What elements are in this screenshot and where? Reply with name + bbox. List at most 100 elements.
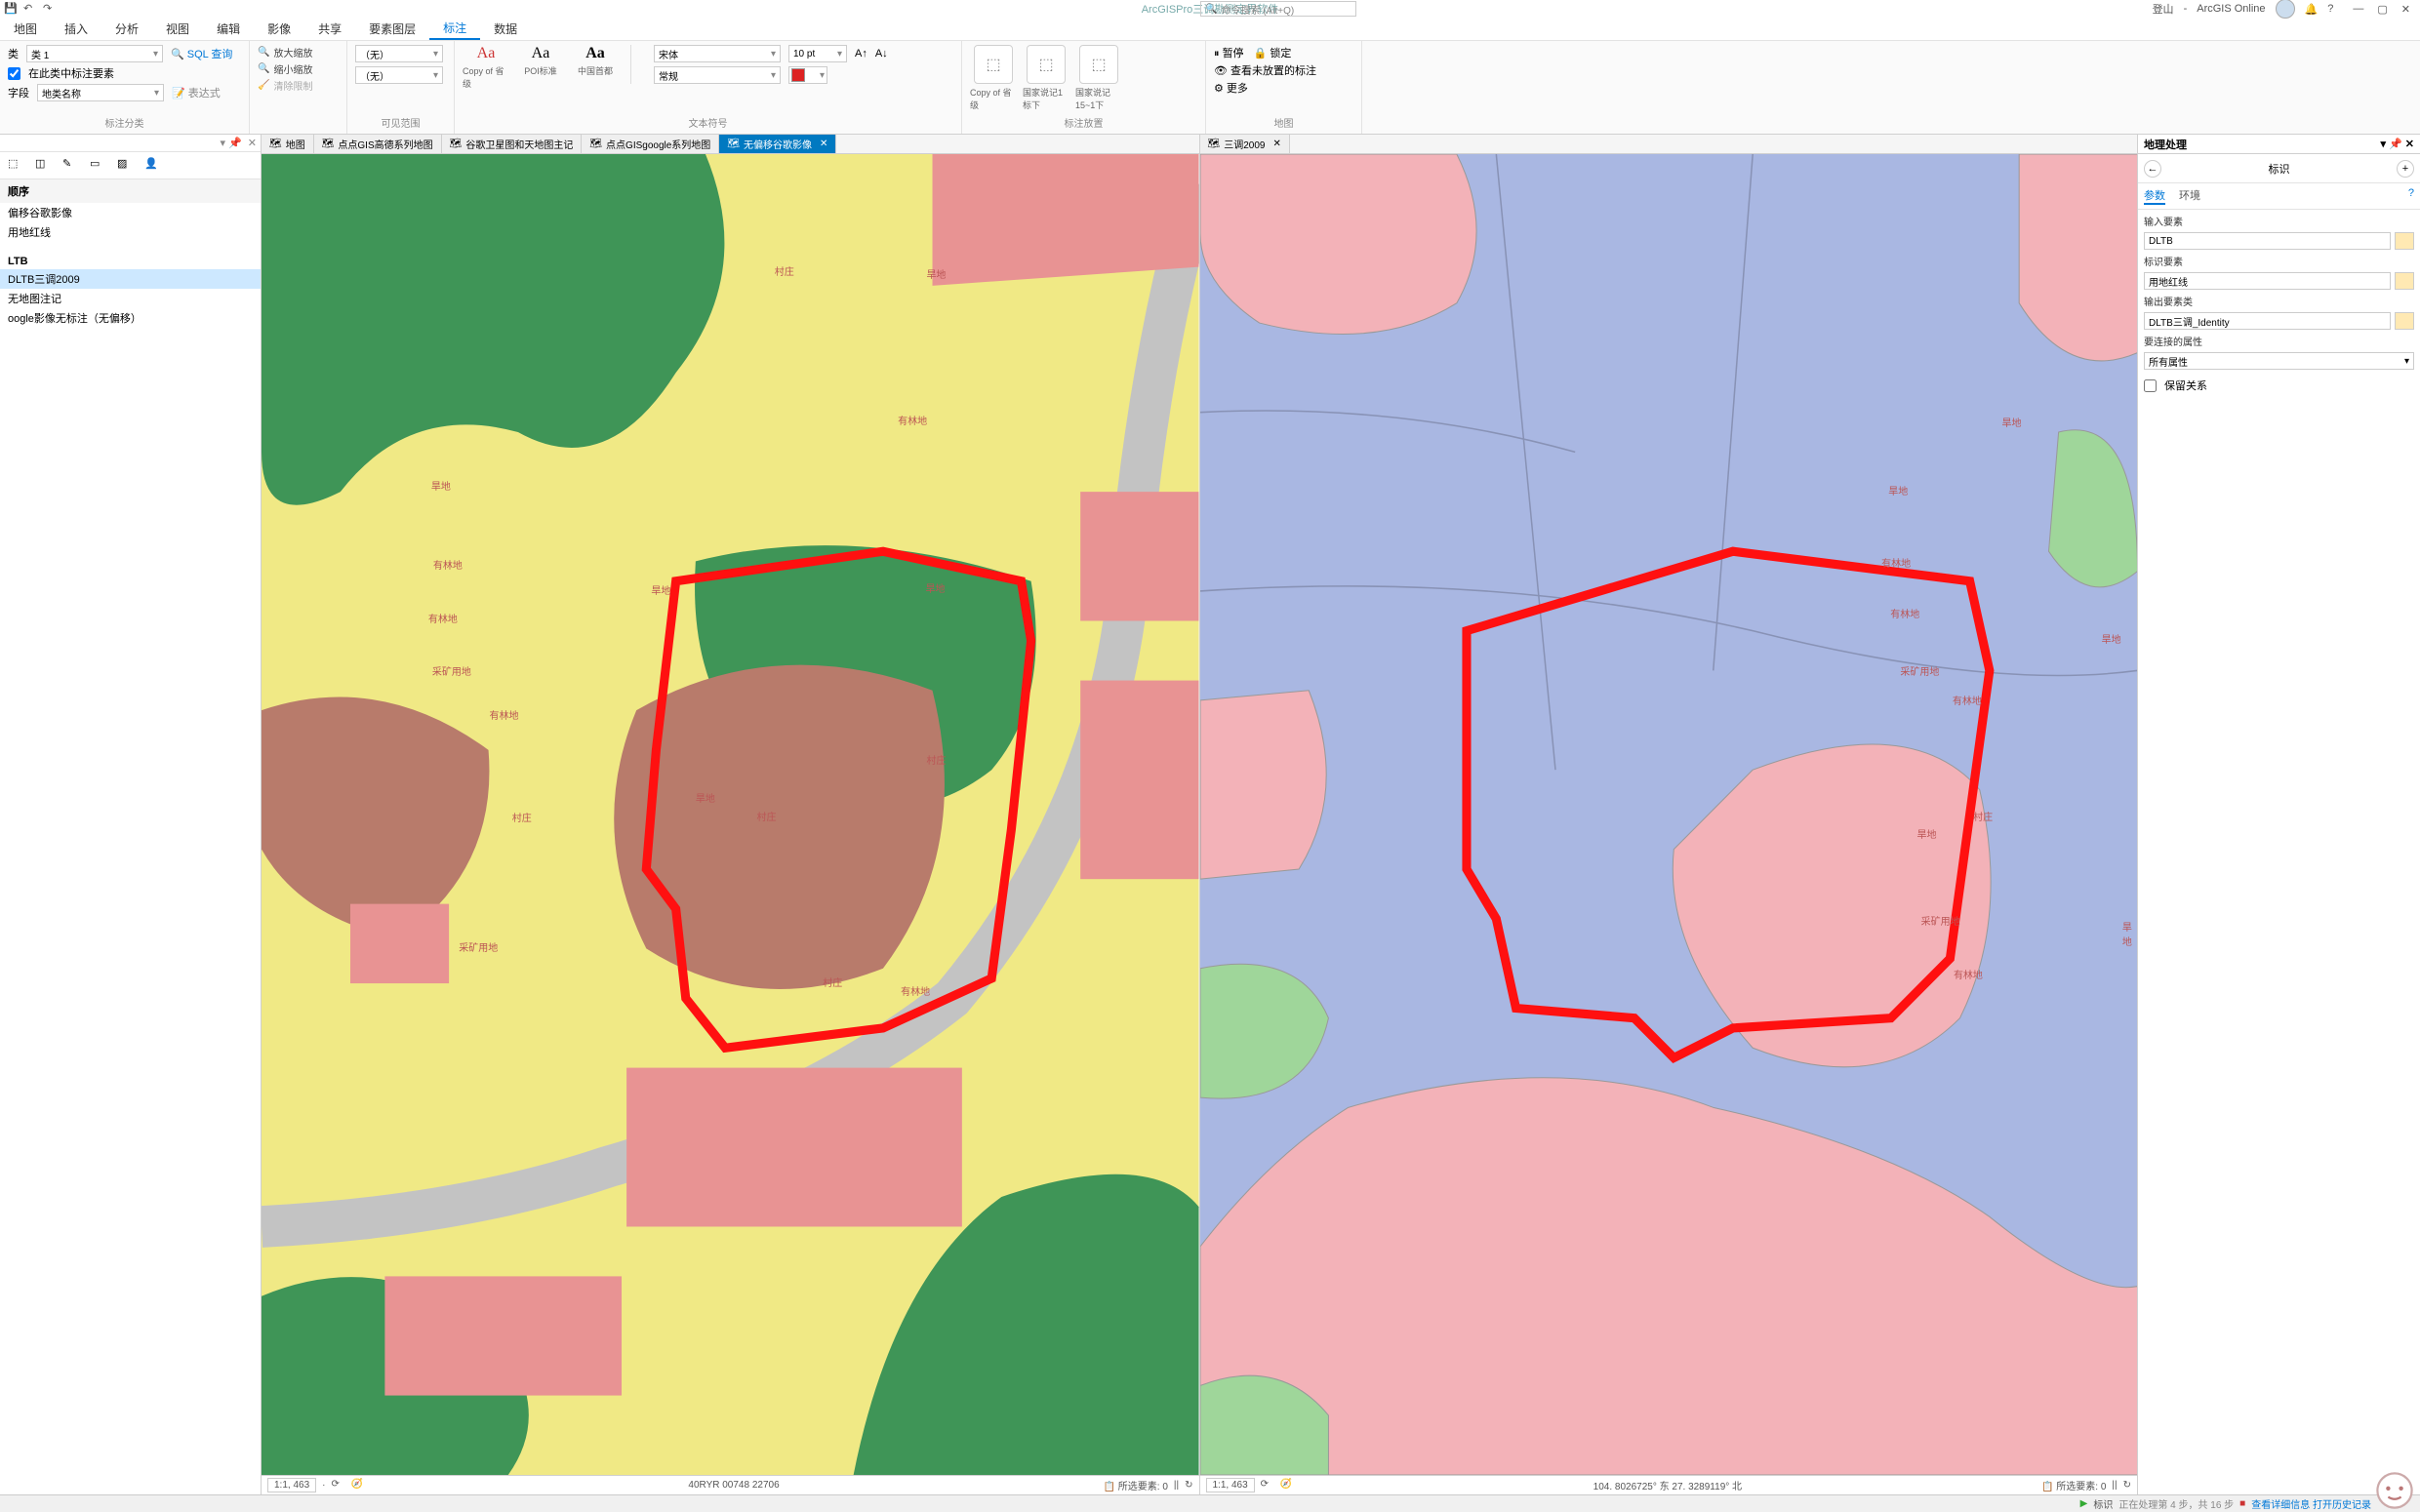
class-select[interactable]: 类 1 — [26, 45, 163, 62]
list-by-source-icon[interactable]: ◫ — [35, 157, 53, 175]
font-style-select[interactable]: 常规 — [654, 66, 781, 84]
expression-button[interactable]: 📝 表达式 — [172, 85, 221, 100]
keep-relationships-checkbox[interactable] — [2144, 379, 2157, 392]
pause-button[interactable]: ⏸ 暂停 — [1214, 45, 1244, 60]
browse-icon[interactable] — [2395, 272, 2414, 290]
pin-icon[interactable]: ▾ 📌 — [221, 137, 242, 149]
font-color-select[interactable] — [788, 66, 827, 84]
text-style-1[interactable]: AaCopy of 省级 — [463, 45, 509, 90]
refresh-icon[interactable]: ↻ — [1185, 1480, 1192, 1491]
save-icon[interactable]: 💾 — [4, 2, 18, 16]
rotate-icon[interactable]: ⟳ — [1261, 1479, 1274, 1492]
map-canvas-left[interactable]: 村庄旱地有林地旱地有林地有林地旱地采矿用地有林地旱地旱地村庄村庄村庄采矿用地村庄… — [262, 154, 1199, 1475]
compass-icon[interactable]: 🧭 — [351, 1479, 365, 1492]
lock-button[interactable]: 🔒 锁定 — [1254, 45, 1292, 60]
avatar[interactable] — [2276, 0, 2295, 19]
stop-icon[interactable]: ■ — [2239, 1498, 2245, 1509]
visible-max-select[interactable]: （无） — [355, 66, 443, 84]
redo-icon[interactable]: ↷ — [43, 2, 57, 16]
list-by-snap-icon[interactable]: ▨ — [117, 157, 135, 175]
list-by-label-icon[interactable]: 👤 — [144, 157, 162, 175]
ribbon-tab[interactable]: 数据 — [480, 18, 531, 40]
zoom-in-button[interactable]: 🔍放大缩放 — [258, 45, 339, 60]
global-search-input[interactable]: 🔍 命令搜索 (Alt+Q) — [1200, 1, 1356, 17]
join-attributes-select[interactable]: 所有属性▾ — [2144, 352, 2414, 370]
rotate-icon[interactable]: ⟳ — [332, 1479, 345, 1492]
ribbon-tab[interactable]: 分析 — [101, 18, 152, 40]
view-tab[interactable]: 🗺点点GIS高德系列地图 — [314, 135, 442, 153]
browse-icon[interactable] — [2395, 312, 2414, 330]
placement-style-1[interactable]: ⬚Copy of 省级 — [970, 45, 1017, 111]
field-select[interactable]: 地类名称 — [37, 84, 164, 101]
pause-draw-icon[interactable]: || — [2112, 1480, 2117, 1491]
help-icon[interactable]: ? — [2327, 3, 2333, 15]
input-features-field[interactable]: DLTB — [2144, 232, 2391, 250]
layer-item[interactable]: 偏移谷歌影像 — [0, 203, 261, 222]
close-icon[interactable]: ✕ — [2405, 139, 2414, 150]
list-by-select-icon[interactable]: ▭ — [90, 157, 107, 175]
font-family-select[interactable]: 宋体 — [654, 45, 781, 62]
layer-item[interactable]: 用地红线 — [0, 222, 261, 242]
help-icon[interactable]: ? — [2408, 187, 2414, 205]
layer-item[interactable]: 无地图注记 — [0, 289, 261, 308]
notification-icon[interactable]: 🔔 — [2305, 3, 2319, 16]
text-style-2[interactable]: AaPOI标准 — [517, 45, 564, 77]
sql-query-button[interactable]: 🔍 SQL 查询 — [171, 46, 232, 61]
ribbon-tab[interactable]: 影像 — [254, 18, 304, 40]
view-unplaced-button[interactable]: 👁 查看未放置的标注 — [1214, 62, 1353, 78]
ribbon-tab[interactable]: 编辑 — [203, 18, 254, 40]
ribbon-tab[interactable]: 地图 — [0, 18, 51, 40]
add-icon[interactable]: + — [2397, 160, 2414, 178]
ribbon-tab[interactable]: 共享 — [304, 18, 355, 40]
back-icon[interactable]: ← — [2144, 160, 2161, 178]
ribbon-tab[interactable]: 视图 — [152, 18, 203, 40]
close-icon[interactable]: ✕ — [820, 139, 827, 149]
visible-min-select[interactable]: （无） — [355, 45, 443, 62]
view-tab[interactable]: 🗺点点GISgoogle系列地图 — [582, 135, 719, 153]
online-label[interactable]: ArcGIS Online — [2197, 3, 2265, 15]
pause-draw-icon[interactable]: || — [1174, 1480, 1179, 1491]
gp-tab-params[interactable]: 参数 — [2144, 187, 2165, 205]
clear-limits-button[interactable]: 🧹清除限制 — [258, 78, 339, 93]
view-tab[interactable]: 🗺谷歌卫星图和天地图主记 — [442, 135, 583, 153]
output-features-field[interactable]: DLTB三调_Identity — [2144, 312, 2391, 330]
view-tab[interactable]: 🗺地图 — [262, 135, 314, 153]
scale-tool-icon[interactable]: · — [322, 1480, 325, 1491]
gp-tab-env[interactable]: 环境 — [2179, 187, 2200, 205]
label-in-class-checkbox[interactable] — [8, 67, 20, 80]
ribbon-tab[interactable]: 插入 — [51, 18, 101, 40]
browse-icon[interactable] — [2395, 232, 2414, 250]
close-button[interactable]: ✕ — [2401, 3, 2410, 16]
pin-icon[interactable]: ▾ 📌 — [2380, 139, 2401, 150]
zoom-out-button[interactable]: 🔍缩小缩放 — [258, 61, 339, 76]
minimize-button[interactable]: — — [2353, 3, 2363, 16]
layer-item-selected[interactable]: DLTB三调2009 — [0, 269, 261, 289]
layer-group[interactable]: LTB — [0, 254, 261, 269]
scale-input[interactable]: 1:1, 463 — [267, 1478, 316, 1492]
more-button[interactable]: ⚙ 更多 — [1214, 80, 1353, 96]
layer-item[interactable]: oogle影像无标注（无偏移） — [0, 308, 261, 328]
identity-features-field[interactable]: 用地红线 — [2144, 272, 2391, 290]
view-tab-active[interactable]: 🗺三调2009✕ — [1200, 135, 1290, 153]
list-by-drawing-icon[interactable]: ⬚ — [8, 157, 25, 175]
undo-icon[interactable]: ↶ — [23, 2, 37, 16]
run-icon[interactable]: ▶ — [2080, 1498, 2088, 1509]
placement-style-2[interactable]: ⬚国家说记1标下 — [1023, 45, 1069, 111]
close-icon[interactable]: ✕ — [248, 137, 257, 149]
map-canvas-right[interactable]: 村庄旱地旱地有林地有林地旱地采矿用地有林地村庄旱地旱地旱地采矿用地有林地村庄旱地… — [1200, 154, 2138, 1475]
assistant-icon[interactable] — [2373, 1469, 2416, 1512]
ribbon-tab-active[interactable]: 标注 — [429, 18, 480, 40]
view-tab-active[interactable]: 🗺无偏移谷歌影像✕ — [719, 135, 836, 153]
increase-font-icon[interactable]: A↑ — [855, 48, 867, 60]
scale-input[interactable]: 1:1, 463 — [1206, 1478, 1255, 1492]
user-name[interactable]: 登山 — [2153, 1, 2174, 17]
decrease-font-icon[interactable]: A↓ — [875, 48, 888, 60]
ribbon-tab[interactable]: 要素图层 — [355, 18, 429, 40]
list-by-edit-icon[interactable]: ✎ — [62, 157, 80, 175]
refresh-icon[interactable]: ↻ — [2123, 1480, 2131, 1491]
maximize-button[interactable]: ▢ — [2377, 3, 2387, 16]
text-style-3[interactable]: Aa中国首都 — [572, 45, 619, 77]
placement-style-3[interactable]: ⬚国家说记15~1下 — [1075, 45, 1122, 111]
compass-icon[interactable]: 🧭 — [1280, 1479, 1294, 1492]
close-icon[interactable]: ✕ — [1272, 139, 1280, 149]
